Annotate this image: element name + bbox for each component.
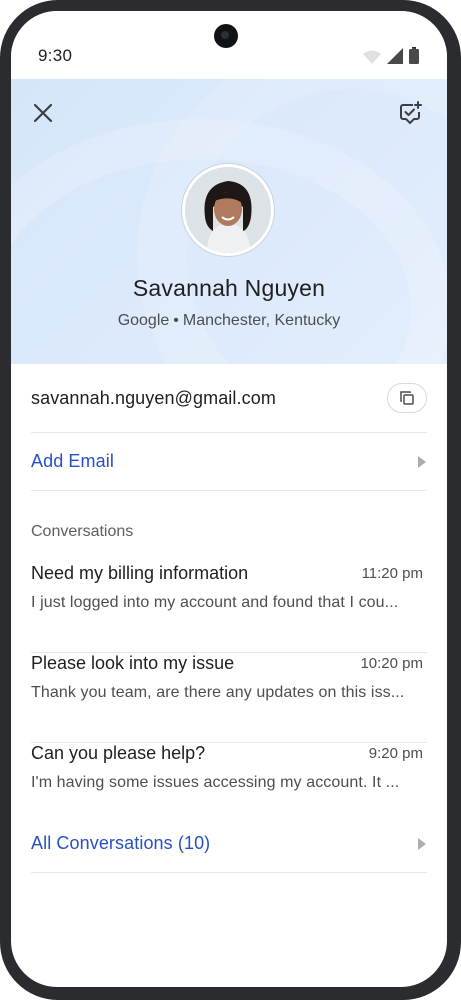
contact-subtitle: Google • Manchester, Kentucky	[11, 312, 447, 330]
front-camera	[214, 24, 238, 48]
close-icon	[33, 103, 53, 123]
close-button[interactable]	[29, 99, 57, 127]
contact-header: Savannah Nguyen Google • Manchester, Kentu…	[11, 39, 447, 499]
conversation-time: 9:20 pm	[368, 745, 423, 762]
contact-location: Manchester, Kentucky	[182, 312, 341, 329]
conversation-title: Please look into my issue	[31, 653, 235, 673]
all-conversations-row[interactable]: All Conversations (10)	[31, 815, 427, 873]
volume-button	[457, 375, 461, 440]
conversation-item[interactable]: Can you please help? 9:20 pm I'm having …	[31, 743, 427, 815]
add-task-icon	[400, 101, 422, 125]
avatar-photo	[185, 167, 271, 253]
conversation-time: 10:20 pm	[360, 655, 423, 672]
contact-company: Google	[117, 312, 170, 329]
conversation-item[interactable]: Please look into my issue 10:20 pm Thank…	[31, 653, 427, 743]
email-row: savannah.nguyen@gmail.com	[31, 364, 427, 433]
conversation-title: Can you please help?	[31, 743, 206, 763]
conversation-time: 11:20 pm	[361, 565, 423, 582]
conversation-preview: I just logged into my account and found …	[31, 594, 399, 611]
chevron-right-icon	[418, 837, 426, 850]
conversation-preview: I'm having some issues accessing my acco…	[31, 774, 400, 791]
avatar	[182, 164, 274, 256]
phone-frame: 9:30 Savannah Nguyen Google • Manchester…	[0, 0, 461, 1000]
contact-email[interactable]: savannah.nguyen@gmail.com	[31, 388, 276, 409]
conversation-item[interactable]: Need my billing information 11:20 pm I j…	[31, 563, 427, 653]
add-task-button[interactable]	[397, 99, 425, 127]
power-button	[457, 185, 461, 305]
add-email-row[interactable]: Add Email	[31, 433, 427, 491]
screen: 9:30 Savannah Nguyen Google • Manchester…	[11, 11, 447, 987]
add-email-link[interactable]: Add Email	[31, 451, 114, 472]
copy-icon	[400, 391, 414, 405]
chevron-right-icon	[418, 455, 426, 468]
conversation-preview: Thank you team, are there any updates on…	[31, 684, 405, 701]
all-conversations-link[interactable]: All Conversations (10)	[31, 833, 210, 854]
copy-email-button[interactable]	[387, 383, 427, 413]
conversation-title: Need my billing information	[31, 563, 249, 583]
separator-dot: •	[173, 312, 179, 329]
conversations-heading: Conversations	[31, 523, 134, 540]
contact-name: Savannah Nguyen	[132, 275, 326, 301]
status-time: 9:30	[38, 46, 73, 65]
